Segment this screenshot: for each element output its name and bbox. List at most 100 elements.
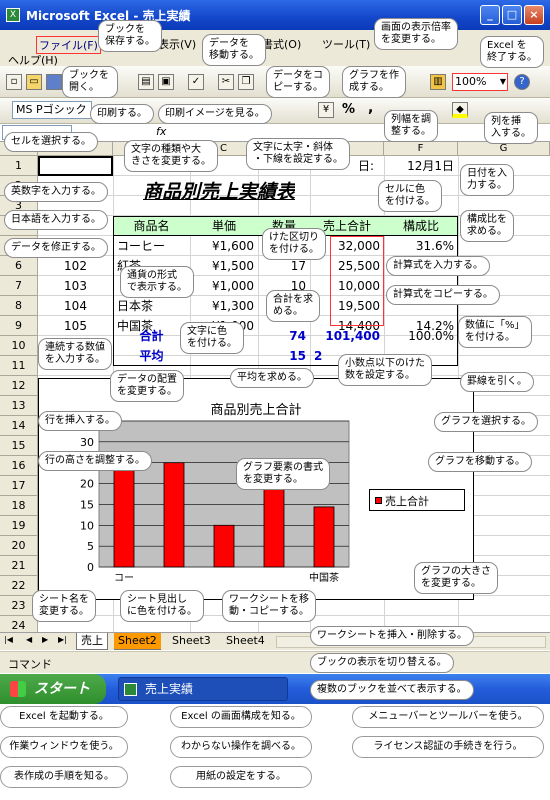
row-header[interactable]: 15 <box>0 436 38 456</box>
link-license[interactable]: ライセンス認証の手続きを行う。 <box>352 736 544 758</box>
callout-date-enter: 日付を入 力する。 <box>460 164 514 196</box>
tab-first-icon[interactable]: |◀ <box>4 635 13 644</box>
row-header[interactable]: 19 <box>0 516 38 536</box>
row-header[interactable]: 18 <box>0 496 38 516</box>
callout-font-change: 文字の種類や大 きさを変更する。 <box>124 140 218 172</box>
link-unknown-op[interactable]: わからない操作を調べる。 <box>170 736 312 758</box>
callout-serial-enter: 連続する数値 を入力する。 <box>38 338 112 370</box>
callout-decimal: 小数点以下のけた 数を設定する。 <box>338 354 432 386</box>
date-value: 12月1日 <box>407 159 454 173</box>
chart-wizard-icon[interactable]: ▥ <box>430 74 446 90</box>
tab-sheet4[interactable]: Sheet4 <box>222 633 269 650</box>
currency-icon[interactable]: ¥ <box>318 102 334 118</box>
percent-style-button[interactable]: % <box>342 102 355 117</box>
taskbar-item-sales[interactable]: 売上実績 <box>118 677 288 701</box>
title-bar: X Microsoft Excel - 売上実績 _ □ × <box>0 0 550 30</box>
row-header[interactable]: 10 <box>0 336 38 356</box>
row-header[interactable]: 1 <box>0 156 38 176</box>
open-folder-icon[interactable]: ▭ <box>26 74 42 90</box>
row-header[interactable]: 20 <box>0 536 38 556</box>
spelling-icon[interactable]: ✓ <box>188 74 204 90</box>
menu-tools[interactable]: ツール(T) <box>322 36 370 52</box>
link-menu-toolbar[interactable]: メニューバーとツールバーを使う。 <box>352 706 544 728</box>
x-tick-label: 中国茶 <box>309 571 339 584</box>
callout-row-height: 行の高さを調整する。 <box>38 451 152 471</box>
font-name-select[interactable]: MS Pゴシック <box>12 101 92 119</box>
row-header[interactable]: 21 <box>0 556 38 576</box>
fill-color-icon[interactable]: ◆ <box>452 102 468 118</box>
close-button[interactable]: × <box>524 5 544 25</box>
table-cell-no[interactable]: 105 <box>38 316 113 336</box>
menu-format[interactable]: 書式(O) <box>262 36 301 52</box>
cut-icon[interactable]: ✂ <box>218 74 234 90</box>
print-preview-icon[interactable]: ▣ <box>158 74 174 90</box>
row-header[interactable]: 16 <box>0 456 38 476</box>
tab-next-icon[interactable]: ▶ <box>42 635 48 644</box>
row-header[interactable]: 14 <box>0 416 38 436</box>
callout-cell-select: セルを選択する。 <box>4 132 98 152</box>
copy-icon[interactable]: ❐ <box>238 74 254 90</box>
tab-last-icon[interactable]: ▶| <box>58 635 67 644</box>
column-header-f[interactable]: F <box>384 142 458 156</box>
callout-sheet-insert: ワークシートを挿入・削除する。 <box>310 626 474 646</box>
menu-bar: ファイル(F) 表示(V) 書式(O) ツール(T) ヘルプ(H) <box>0 30 550 67</box>
active-cell-a1[interactable] <box>38 156 113 176</box>
help-icon[interactable]: ? <box>514 74 530 90</box>
table-cell-no[interactable]: 102 <box>38 256 113 276</box>
link-table-steps[interactable]: 表作成の手順を知る。 <box>0 766 128 788</box>
callout-bold-italic: 文字に太字・斜体 ・下線を設定する。 <box>246 138 350 170</box>
callout-alnum-enter: 英数字を入力する。 <box>4 182 108 202</box>
bar <box>313 506 335 568</box>
y-tick-label: 20 <box>80 478 94 491</box>
new-book-icon[interactable]: ▫ <box>6 74 22 90</box>
total-column-highlight <box>330 236 384 326</box>
status-bar: コマンド <box>0 651 550 673</box>
table-cell-no[interactable]: 104 <box>38 296 113 316</box>
chart-legend[interactable]: 売上合計 <box>369 489 465 511</box>
fx-icon[interactable]: fx <box>156 125 166 138</box>
callout-graph-move: グラフを移動する。 <box>428 452 532 472</box>
chevron-down-icon[interactable]: ▼ <box>500 74 506 90</box>
row-header[interactable]: 9 <box>0 316 38 336</box>
minimize-button[interactable]: _ <box>480 5 500 25</box>
bar <box>163 462 185 568</box>
menu-view[interactable]: 表示(V) <box>158 36 196 52</box>
callout-book-switch: ブックの表示を切り替える。 <box>310 653 454 673</box>
comma-style-button[interactable]: , <box>368 100 373 116</box>
callout-graph-make: グラフを作 成する。 <box>342 66 406 98</box>
callout-data-move: データを 移動する。 <box>202 34 266 66</box>
callout-data-align: データの配置 を変更する。 <box>110 370 184 402</box>
callout-screen-zoom: 画面の表示倍率 を変更する。 <box>374 18 458 50</box>
tab-prev-icon[interactable]: ◀ <box>26 635 32 644</box>
row-header[interactable]: 22 <box>0 576 38 596</box>
link-screen-layout[interactable]: Excel の画面構成を知る。 <box>170 706 312 728</box>
row-header[interactable]: 12 <box>0 376 38 396</box>
row-header[interactable]: 24 <box>0 616 38 632</box>
x-tick-label: コー <box>114 573 134 584</box>
save-icon[interactable] <box>46 74 62 90</box>
column-header-g[interactable]: G <box>458 142 550 156</box>
tab-sales[interactable]: 売上 <box>76 633 108 650</box>
callout-currency: 通貨の形式 で表示する。 <box>120 266 194 298</box>
link-task-pane[interactable]: 作業ウィンドウを使う。 <box>0 736 128 758</box>
tab-sheet3[interactable]: Sheet3 <box>168 633 215 650</box>
callout-cell-color: セルに色 を付ける。 <box>378 180 442 212</box>
row-header[interactable]: 6 <box>0 256 38 276</box>
y-tick-label: 30 <box>80 436 94 449</box>
formatting-toolbar: MS Pゴシック ¥ % , ◆ <box>0 98 550 124</box>
print-icon[interactable]: ▤ <box>138 74 154 90</box>
bar <box>113 453 135 568</box>
callout-comma-sep: けた区切り を付ける。 <box>262 228 326 260</box>
table-cell-no[interactable]: 103 <box>38 276 113 296</box>
link-start-excel[interactable]: Excel を起動する。 <box>0 706 128 728</box>
zoom-select[interactable]: 100% ▼ <box>452 73 508 91</box>
row-header[interactable]: 17 <box>0 476 38 496</box>
link-page-setup[interactable]: 用紙の設定をする。 <box>170 766 312 788</box>
row-header[interactable]: 8 <box>0 296 38 316</box>
tab-sheet2[interactable]: Sheet2 <box>114 633 161 650</box>
row-header[interactable]: 13 <box>0 396 38 416</box>
row-header[interactable]: 7 <box>0 276 38 296</box>
excel-app-icon: X <box>6 8 20 22</box>
row-header[interactable]: 11 <box>0 356 38 376</box>
maximize-button[interactable]: □ <box>502 5 522 25</box>
